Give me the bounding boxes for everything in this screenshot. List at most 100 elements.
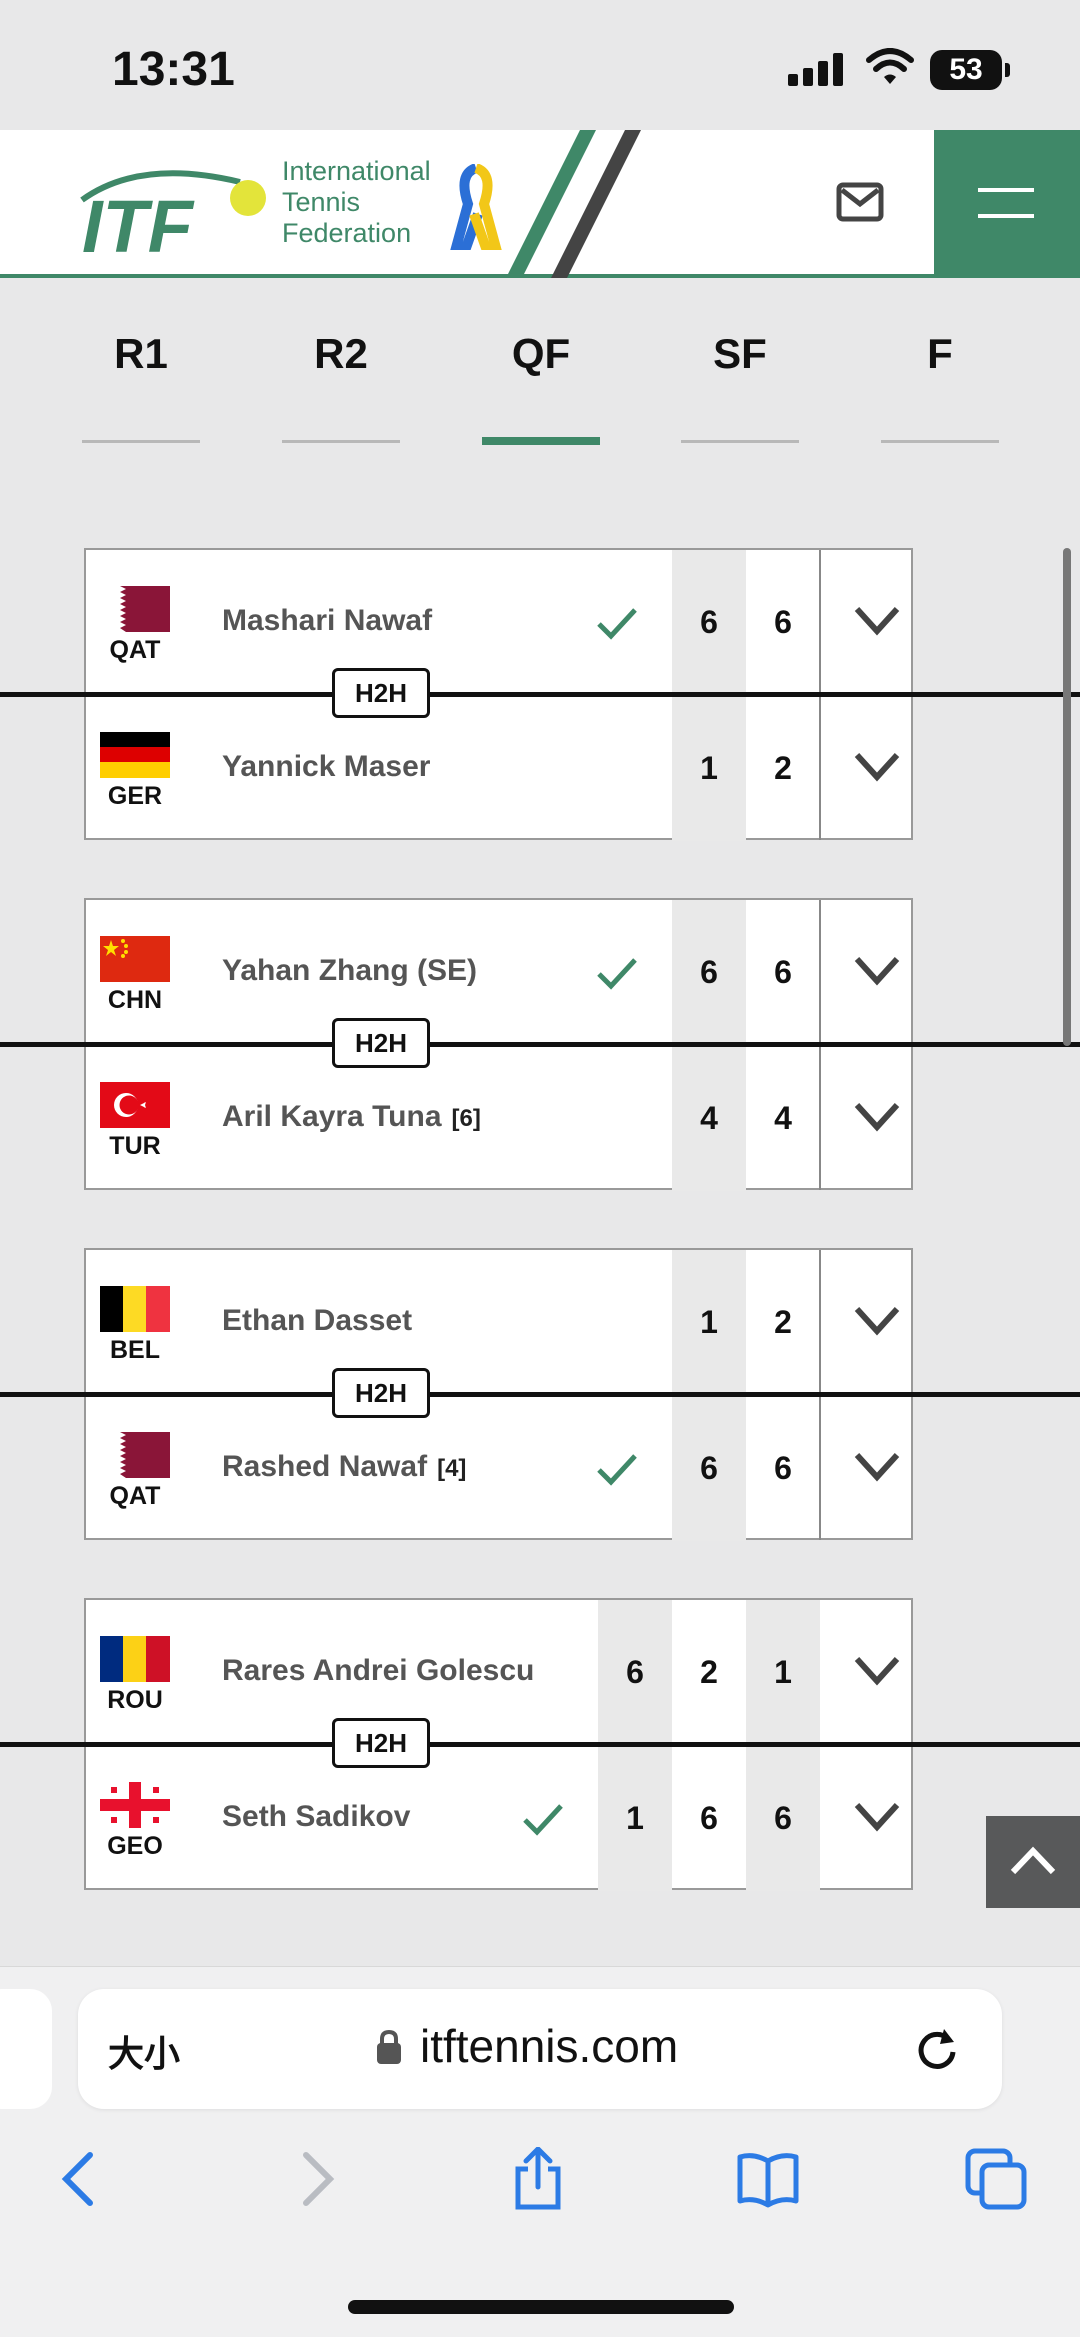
player-row: GEO Seth Sadikov 1 6 6	[86, 1746, 915, 1891]
h2h-button[interactable]: H2H	[332, 668, 430, 718]
chevron-down-icon[interactable]	[854, 1450, 900, 1482]
winner-check-icon	[523, 1804, 563, 1836]
chevron-down-icon[interactable]	[854, 1304, 900, 1336]
header-stripes	[506, 130, 641, 278]
chevron-up-icon	[1010, 1846, 1056, 1875]
set-score: 2	[774, 750, 792, 786]
winner-check-icon	[597, 1454, 637, 1486]
flag-romania-icon	[100, 1636, 170, 1682]
chevron-down-icon[interactable]	[854, 1654, 900, 1686]
seed-badge: [6]	[451, 1105, 481, 1132]
site-header: ITF International Tennis Federation	[0, 130, 1080, 278]
active-tab-indicator	[482, 437, 600, 445]
page-scrollbar[interactable]	[1063, 548, 1071, 1046]
menu-icon	[978, 188, 1034, 192]
player-name-text: Yahan Zhang (SE)	[222, 954, 478, 987]
player-name[interactable]: Yannick Maser	[222, 750, 430, 784]
set-score: 6	[746, 1746, 820, 1891]
player-row: QAT Mashari Nawaf 6 6	[86, 550, 915, 695]
country-code: CHN	[107, 986, 163, 1014]
set-score: 4	[672, 1046, 746, 1191]
h2h-button[interactable]: H2H	[332, 1368, 430, 1418]
svg-text:ITF: ITF	[82, 185, 195, 260]
player-name-text: Ethan Dasset	[222, 1304, 413, 1337]
flag-belgium-icon	[100, 1286, 170, 1332]
player-name-text: Rares Andrei Golescu	[222, 1654, 535, 1687]
chevron-down-icon[interactable]	[854, 1100, 900, 1132]
cellular-signal-icon	[788, 52, 844, 86]
chevron-down-icon[interactable]	[854, 954, 900, 986]
share-icon[interactable]	[506, 2147, 570, 2211]
flag-qatar-icon	[100, 1432, 170, 1478]
logo-text-line2: Tennis	[282, 187, 361, 217]
divider-line	[0, 1742, 1080, 1747]
winner-check-icon	[597, 608, 637, 640]
player-row: TUR Aril Kayra Tuna [6] 4 4	[86, 1046, 915, 1191]
status-bar: 13:31 53	[0, 0, 1080, 130]
mail-icon[interactable]	[836, 182, 884, 222]
tab-f[interactable]: F	[881, 330, 999, 443]
set-score: 1	[672, 696, 746, 841]
tab-label: R2	[314, 330, 368, 377]
chevron-down-icon[interactable]	[854, 750, 900, 782]
player-name[interactable]: Seth Sadikov	[222, 1800, 410, 1834]
divider-line	[0, 1392, 1080, 1397]
winner-check-icon	[597, 958, 637, 990]
country-code: BEL	[110, 1336, 160, 1364]
divider-line	[0, 1042, 1080, 1047]
set-score: 6	[672, 550, 746, 695]
player-name[interactable]: Aril Kayra Tuna [6]	[222, 1100, 481, 1134]
back-icon[interactable]	[50, 2147, 114, 2211]
player-name[interactable]: Ethan Dasset	[222, 1304, 412, 1338]
player-row: ROU Rares Andrei Golescu 6 2 1	[86, 1600, 915, 1745]
set-score: 4	[774, 1100, 792, 1136]
tab-label: R1	[114, 330, 168, 377]
country-code: GEO	[107, 1832, 163, 1860]
bookmarks-icon[interactable]	[736, 2147, 800, 2211]
status-time: 13:31	[112, 43, 235, 96]
logo-text-line3: Federation	[282, 218, 412, 248]
set-score: 6	[598, 1600, 672, 1745]
text-size-button[interactable]: 大小	[108, 2025, 180, 2077]
player-name[interactable]: Rares Andrei Golescu	[222, 1654, 534, 1688]
flag-germany-icon	[100, 732, 170, 778]
h2h-button[interactable]: H2H	[332, 1718, 430, 1768]
reload-icon[interactable]	[914, 2025, 960, 2071]
set-score: 6	[672, 900, 746, 1045]
scroll-to-top-button[interactable]	[986, 1816, 1080, 1908]
menu-button[interactable]	[934, 130, 1080, 278]
player-name[interactable]: Yahan Zhang (SE)	[222, 954, 477, 988]
flag-turkey-icon	[100, 1082, 170, 1128]
flag-georgia-icon	[100, 1782, 170, 1828]
set-score: 6	[774, 954, 792, 990]
player-name-text: Mashari Nawaf	[222, 604, 433, 637]
forward-icon[interactable]	[282, 2147, 346, 2211]
chevron-down-icon[interactable]	[854, 604, 900, 636]
tab-sf[interactable]: SF	[681, 330, 799, 443]
player-name[interactable]: Rashed Nawaf [4]	[222, 1450, 466, 1484]
h2h-button[interactable]: H2H	[332, 1018, 430, 1068]
address-bar[interactable]: 大小 itftennis.com	[78, 1989, 1002, 2109]
previous-tab-edge[interactable]	[0, 1989, 52, 2109]
browser-toolbar: 大小 itftennis.com	[0, 1966, 1080, 2337]
player-name[interactable]: Mashari Nawaf	[222, 604, 432, 638]
country-code: TUR	[109, 1132, 161, 1160]
home-indicator[interactable]	[348, 2300, 734, 2314]
itf-logo[interactable]: ITF	[80, 160, 280, 260]
player-name-text: Seth Sadikov	[222, 1800, 411, 1833]
url-text: itftennis.com	[420, 2020, 679, 2072]
flag-china-icon	[100, 936, 170, 982]
country-code: ROU	[107, 1686, 163, 1714]
tabs-icon[interactable]	[964, 2147, 1028, 2211]
wifi-icon	[866, 48, 914, 84]
tab-r1[interactable]: R1	[82, 330, 200, 443]
logo-text-line1: International	[282, 156, 431, 186]
tab-r2[interactable]: R2	[282, 330, 400, 443]
player-row: CHN Yahan Zhang (SE) 6 6	[86, 900, 915, 1045]
battery-indicator: 53	[930, 50, 1010, 90]
set-score: 6	[774, 1450, 792, 1486]
chevron-down-icon[interactable]	[854, 1800, 900, 1832]
set-score: 6	[672, 1396, 746, 1541]
tab-qf[interactable]: QF	[482, 330, 600, 445]
set-score: 2	[774, 1304, 792, 1340]
